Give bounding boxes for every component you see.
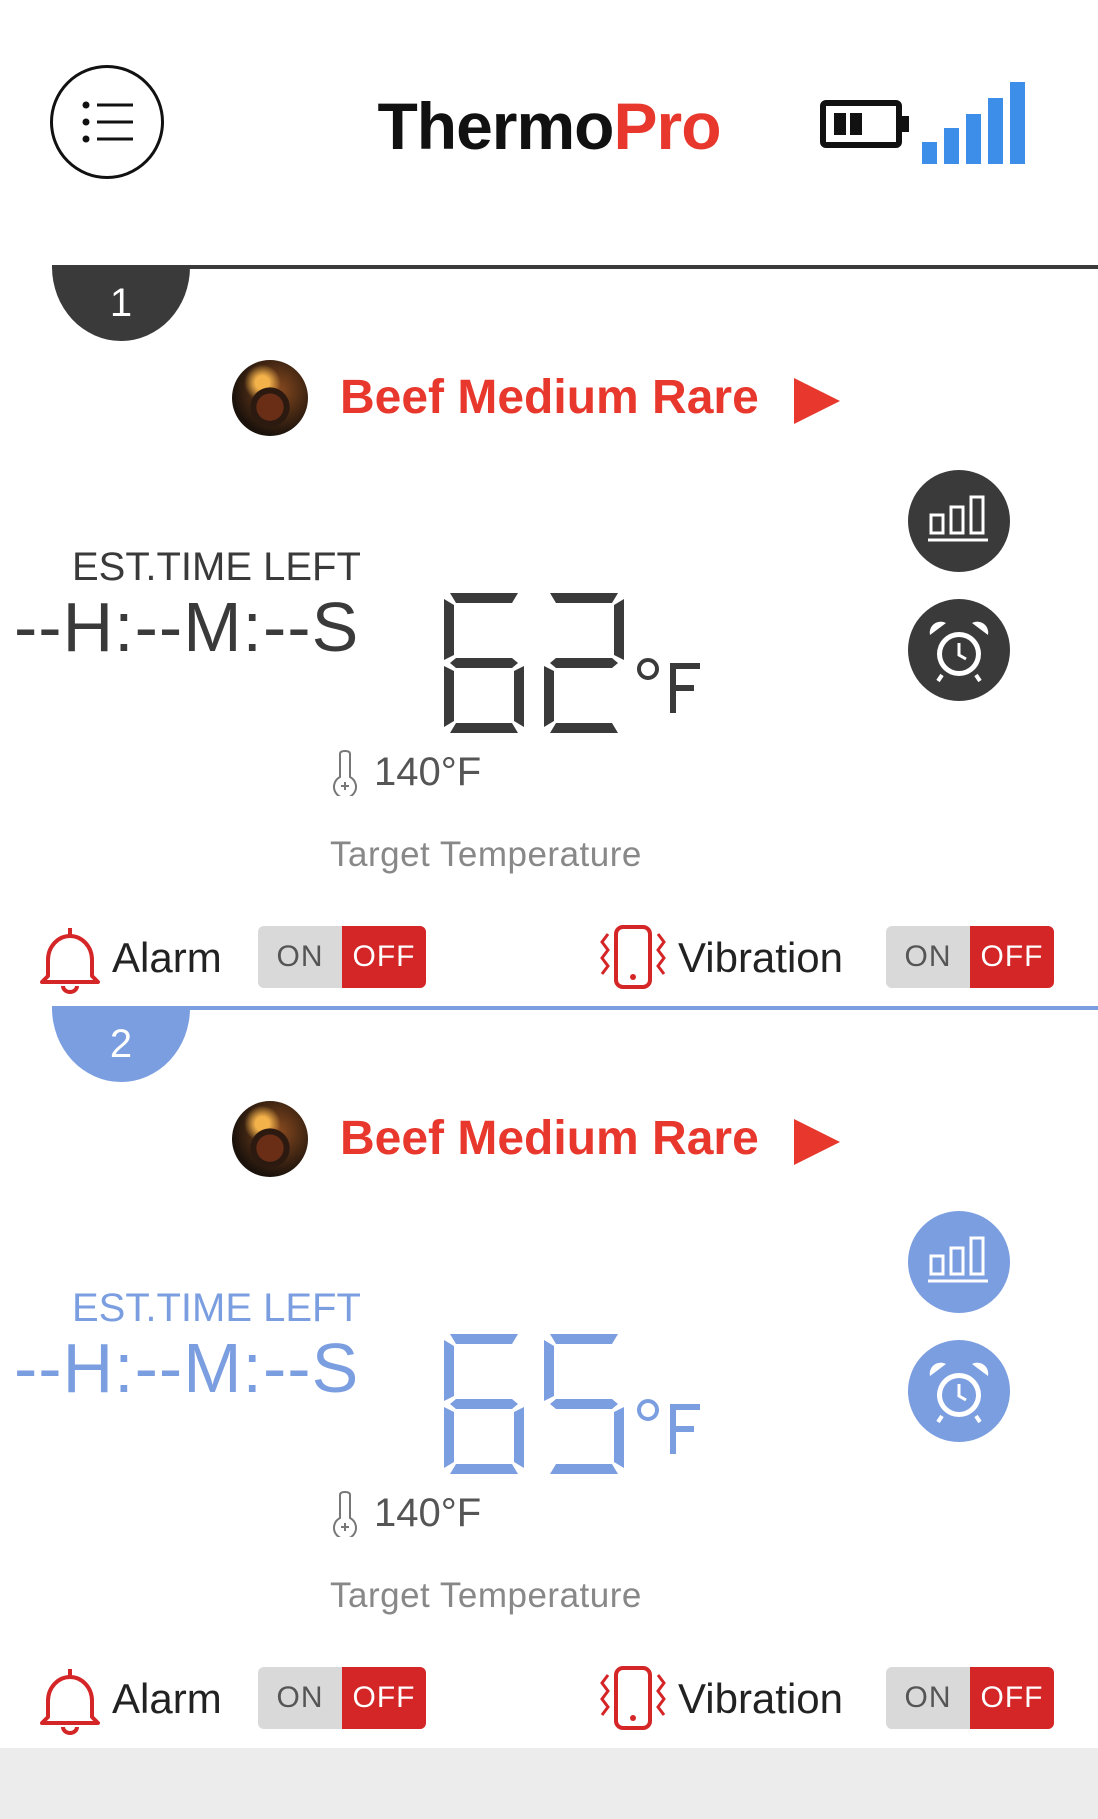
alarm-toggle[interactable]: ON OFF [258, 1667, 426, 1729]
est-time-value: --H:--M:--S [14, 588, 360, 666]
alarm-toggle-off[interactable]: OFF [342, 1667, 426, 1729]
target-temp-label: Target Temperature [330, 1576, 642, 1615]
app-title-thermo: Thermo [377, 89, 614, 163]
signal-strength-icon [922, 82, 1025, 164]
vibration-toggle[interactable]: ON OFF [886, 926, 1054, 988]
est-time-label: EST.TIME LEFT [72, 545, 361, 589]
est-time-value: --H:--M:--S [14, 1329, 360, 1407]
temperature-readout [444, 1334, 624, 1474]
food-name: Beef Medium Rare [340, 1112, 759, 1165]
alarm-clock-icon [929, 1362, 989, 1424]
bell-icon [40, 928, 100, 994]
probe-card-1: 1 Beef Medium Rare EST.TIME LEFT --H:--M… [0, 265, 1098, 1005]
timer-button[interactable] [908, 599, 1010, 701]
probe-divider [52, 265, 1098, 269]
vibration-toggle-on[interactable]: ON [886, 926, 970, 988]
temperature-unit [637, 1399, 700, 1454]
probe-number-tab[interactable]: 1 [52, 265, 190, 341]
alarm-toggle-off[interactable]: OFF [342, 926, 426, 988]
vibration-toggle-on[interactable]: ON [886, 1667, 970, 1729]
temperature-unit [637, 658, 700, 713]
est-time-label: EST.TIME LEFT [72, 1286, 361, 1330]
temperature-readout [444, 593, 624, 733]
food-thumbnail [232, 1101, 308, 1177]
alarm-toggle[interactable]: ON OFF [258, 926, 426, 988]
alarm-clock-icon [929, 621, 989, 683]
thermometer-icon [333, 750, 357, 796]
probe-number-tab[interactable]: 2 [52, 1006, 190, 1082]
probe-divider [52, 1006, 1098, 1010]
chart-button[interactable] [908, 470, 1010, 572]
vibration-phone-icon [600, 1666, 666, 1730]
bell-icon [40, 1669, 100, 1735]
food-name: Beef Medium Rare [340, 371, 759, 424]
vibration-toggle-off[interactable]: OFF [970, 1667, 1054, 1729]
alarm-toggle-on[interactable]: ON [258, 1667, 342, 1729]
vibration-label: Vibration [678, 1675, 844, 1722]
bar-chart-icon [928, 1236, 988, 1283]
alarm-toggle-on[interactable]: ON [258, 926, 342, 988]
alert-settings-row: Alarm ON OFF Vibration ON OFF [0, 1661, 1098, 1741]
app-header: ThermoPro [0, 0, 1098, 240]
thermometer-icon [333, 1491, 357, 1537]
timer-button[interactable] [908, 1340, 1010, 1442]
play-arrow-icon [794, 1119, 840, 1165]
vibration-phone-icon [600, 925, 666, 989]
chart-button[interactable] [908, 1211, 1010, 1313]
play-arrow-icon [794, 378, 840, 424]
vibration-label: Vibration [678, 934, 844, 981]
bottom-bar [0, 1748, 1098, 1819]
target-temp-label: Target Temperature [330, 835, 642, 874]
alarm-label: Alarm [112, 934, 222, 981]
bar-chart-icon [928, 495, 988, 542]
vibration-toggle[interactable]: ON OFF [886, 1667, 1054, 1729]
alert-settings-row: Alarm ON OFF Vibration ON OFF [0, 920, 1098, 1000]
target-temp-value: 140°F [374, 750, 482, 794]
target-temp-value: 140°F [374, 1491, 482, 1535]
food-thumbnail [232, 360, 308, 436]
alarm-label: Alarm [112, 1675, 222, 1722]
app-title-pro: Pro [613, 89, 722, 163]
probe-card-2: 2 Beef Medium Rare EST.TIME LEFT --H:--M… [0, 1006, 1098, 1746]
vibration-toggle-off[interactable]: OFF [970, 926, 1054, 988]
battery-icon [820, 100, 909, 148]
